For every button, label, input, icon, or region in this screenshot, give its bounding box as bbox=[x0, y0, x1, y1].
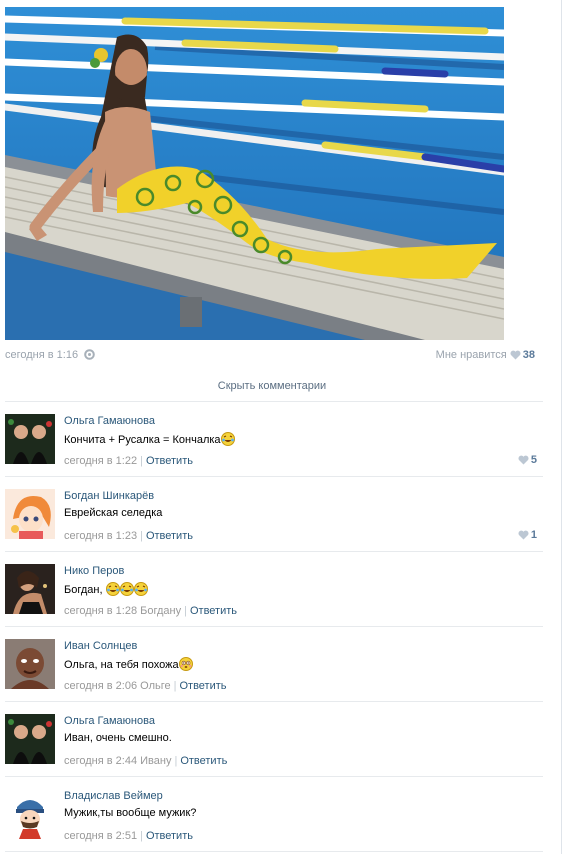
comment-author[interactable]: Ольга Гамаюнова bbox=[64, 415, 155, 427]
comment-item: Богдан Шинкарёв Еврейская селедка сегодн… bbox=[5, 477, 543, 551]
comment-meta: сегодня в 2:51 | Ответить bbox=[64, 830, 193, 842]
laughing-tears-emoji bbox=[119, 582, 134, 596]
post-footer: сегодня в 1:16 Мне нравится 38 bbox=[5, 347, 537, 363]
comment-item: Иван Солнцев Ольга, на тебя похожа сегод… bbox=[5, 627, 543, 701]
comment-time[interactable]: сегодня в 2:51 bbox=[64, 830, 137, 842]
comment-time[interactable]: сегодня в 1:23 bbox=[64, 530, 137, 542]
avatar[interactable] bbox=[5, 414, 55, 464]
separator: | bbox=[140, 530, 143, 542]
comment-author[interactable]: Богдан Шинкарёв bbox=[64, 490, 154, 502]
comment-text: Богдан, bbox=[64, 582, 148, 596]
laughing-tears-emoji bbox=[133, 582, 148, 596]
comment-like-count: 1 bbox=[530, 529, 537, 541]
comment-time[interactable]: сегодня в 1:22 bbox=[64, 455, 137, 467]
laughing-tears-emoji bbox=[105, 582, 120, 596]
avatar[interactable] bbox=[5, 789, 55, 839]
comment-text: Кончита + Русалка = Кончалка bbox=[64, 432, 235, 446]
comment-like-count: 5 bbox=[530, 454, 537, 466]
reply-link[interactable]: Ответить bbox=[180, 755, 227, 767]
avatar[interactable] bbox=[5, 639, 55, 689]
post-like-button[interactable]: Мне нравится 38 bbox=[436, 349, 535, 363]
reply-link[interactable]: Ответить bbox=[146, 455, 193, 467]
avatar[interactable] bbox=[5, 564, 55, 614]
separator: | bbox=[173, 680, 177, 692]
comment-like-button[interactable]: 1 bbox=[518, 529, 537, 543]
heart-icon bbox=[510, 350, 521, 363]
reply-link[interactable]: Ответить bbox=[179, 680, 226, 692]
heart-icon bbox=[518, 530, 529, 543]
reply-link[interactable]: Ответить bbox=[190, 605, 237, 617]
comment-meta: сегодня в 1:23 | Ответить bbox=[64, 530, 193, 542]
comment-item: Владислав Веймер Мужик,ты вообще мужик? … bbox=[5, 777, 543, 851]
comment-meta: сегодня в 1:28 Богдану | Ответить bbox=[64, 605, 237, 617]
comment-text-body: Ольга, на тебя похожа bbox=[64, 659, 179, 671]
comment-meta: сегодня в 2:06 Ольге | Ответить bbox=[64, 680, 227, 692]
comment-author[interactable]: Ольга Гамаюнова bbox=[64, 715, 155, 727]
post-time-text: сегодня в 1:16 bbox=[5, 349, 79, 361]
comment-text: Ольга, на тебя похожа bbox=[64, 657, 193, 671]
post-time[interactable]: сегодня в 1:16 bbox=[5, 349, 95, 363]
divider bbox=[5, 851, 543, 852]
comment-text: Мужик,ты вообще мужик? bbox=[64, 807, 197, 819]
avatar[interactable] bbox=[5, 714, 55, 764]
comment-time[interactable]: сегодня в 2:06 Ольге bbox=[64, 680, 171, 692]
post-photo[interactable] bbox=[5, 7, 504, 340]
flushed-emoji bbox=[178, 657, 193, 671]
comment-text: Иван, очень смешно. bbox=[64, 732, 172, 744]
comment-author[interactable]: Владислав Веймер bbox=[64, 790, 163, 802]
separator: | bbox=[184, 605, 187, 617]
reply-link[interactable]: Ответить bbox=[146, 530, 193, 542]
comment-time[interactable]: сегодня в 1:28 Богдану bbox=[64, 605, 181, 617]
comment-like-button[interactable]: 5 bbox=[518, 454, 537, 468]
like-count: 38 bbox=[522, 349, 535, 361]
comment-item: Нико Перов Богдан, сегодня в 1:28 Богдан… bbox=[5, 552, 543, 626]
reply-link[interactable]: Ответить bbox=[146, 830, 193, 842]
heart-icon bbox=[518, 455, 529, 468]
comment-meta: сегодня в 1:22 | Ответить bbox=[64, 455, 193, 467]
separator: | bbox=[174, 755, 178, 767]
comment-author[interactable]: Иван Солнцев bbox=[64, 640, 137, 652]
comment-item: Ольга Гамаюнова Кончита + Русалка = Конч… bbox=[5, 402, 543, 476]
comment-meta: сегодня в 2:44 Ивану | Ответить bbox=[64, 755, 227, 767]
separator: | bbox=[140, 455, 143, 467]
avatar[interactable] bbox=[5, 489, 55, 539]
hide-comments-link[interactable]: Скрыть комментарии bbox=[5, 380, 539, 392]
separator: | bbox=[140, 830, 143, 842]
comment-time[interactable]: сегодня в 2:44 Ивану bbox=[64, 755, 171, 767]
laughing-tears-emoji bbox=[220, 432, 235, 446]
page-right-border bbox=[561, 0, 562, 854]
comment-author[interactable]: Нико Перов bbox=[64, 565, 124, 577]
comment-item: Ольга Гамаюнова Иван, очень смешно. сего… bbox=[5, 702, 543, 776]
comment-text-body: Богдан, bbox=[64, 584, 103, 596]
comment-text-body: Кончита + Русалка = Кончалка bbox=[64, 434, 221, 446]
comment-text: Еврейская селедка bbox=[64, 507, 163, 519]
gear-icon[interactable] bbox=[84, 349, 95, 363]
like-label: Мне нравится bbox=[435, 349, 507, 361]
